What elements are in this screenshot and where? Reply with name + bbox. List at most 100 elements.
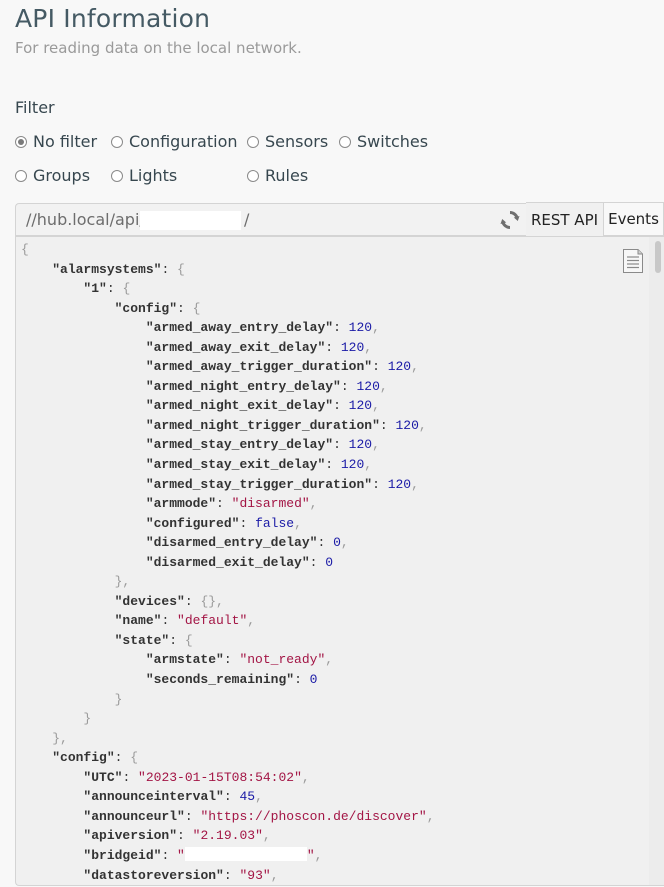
radio-unchecked-icon[interactable] [15,169,27,182]
tab-events[interactable]: Events [603,202,664,236]
json-number: 0 [333,535,341,551]
json-line: "armstate": "not_ready", [21,650,435,670]
json-colon: : [317,535,334,551]
json-punct: , [270,867,279,883]
json-punct: , [364,457,373,473]
json-number: 0 [309,672,318,688]
radio-unchecked-icon[interactable] [247,169,259,182]
json-colon: : [333,320,349,336]
json-number: 120 [387,359,412,375]
json-key: "armed_away_exit_delay" [145,339,326,355]
json-line: "armmode": "disarmed", [21,494,435,514]
json-key: "announceinterval" [83,789,224,805]
json-line: "devices": {}, [21,592,435,612]
json-line: "armed_away_exit_delay": 120, [21,338,435,358]
radio-label: Switches [357,132,429,151]
json-line: "disarmed_entry_delay": 0, [21,533,435,553]
json-line: "state": { [21,631,435,651]
json-line: "config": { [21,299,435,319]
json-line: } [21,709,435,729]
json-number: 120 [348,398,373,414]
radio-label: Lights [129,166,178,185]
json-key: "UTC" [83,769,123,785]
json-colon: : [223,652,240,668]
filter-radio-configuration[interactable]: Configuration [111,132,238,151]
json-colon: : [184,593,201,609]
page-subtitle: For reading data on the local network. [15,39,302,57]
json-colon: : [161,613,178,629]
json-number: 120 [340,339,365,355]
radio-label: Sensors [265,132,329,151]
radio-unchecked-icon[interactable] [111,135,123,148]
vertical-scrollbar[interactable] [649,237,664,885]
json-line: "UTC": "2023-01-15T08:54:02", [21,768,435,788]
json-colon: : [177,828,193,844]
json-line: "name": "default", [21,611,435,631]
clipboard-copy-icon[interactable] [620,247,646,275]
json-number: 120 [395,417,419,433]
filter-radio-rules[interactable]: Rules [247,166,308,185]
json-number: 120 [348,437,373,453]
scrollbar-thumb[interactable] [655,241,661,273]
json-punct: , [411,476,419,492]
json-colon: : [177,300,193,316]
json-punct: , [426,808,435,824]
json-punct: { [184,632,193,648]
json-string: "2023-01-15T08:54:02" [138,769,302,785]
filter-radio-lights[interactable]: Lights [111,166,177,185]
json-punct: { [130,750,139,766]
json-line: "armed_stay_exit_delay": 120, [21,455,435,475]
json-key: "armed_night_entry_delay" [145,378,341,394]
refresh-icon[interactable] [500,210,520,230]
json-punct: , [372,437,380,453]
json-line: "datastoreversion": "93", [21,866,435,886]
json-punct: { [122,281,131,297]
json-line: }, [21,572,435,592]
json-line: "1": { [21,279,435,299]
json-string: " [177,847,185,863]
json-number: false [255,515,295,531]
json-key: "armed_stay_entry_delay" [145,437,334,453]
radio-label: Configuration [129,132,238,151]
json-key: "1" [83,281,107,297]
json-key: "disarmed_exit_delay" [145,554,310,570]
json-number: 0 [325,554,334,570]
api-key-input[interactable] [140,211,241,230]
json-punct: , [262,828,271,844]
filter-radio-no-filter[interactable]: No filter [15,132,97,151]
json-colon: : [325,457,341,473]
json-number: 45 [239,789,256,805]
json-line: "apiversion": "2.19.03", [21,826,435,846]
json-punct: , [379,378,388,394]
json-colon: : [372,359,388,375]
json-line: "bridgeid": " ", [21,846,435,866]
json-key: "armed_away_entry_delay" [145,320,334,336]
tab-rest-api[interactable]: REST API [526,202,603,236]
radio-unchecked-icon[interactable] [111,169,123,182]
json-key: "name" [114,613,162,629]
json-colon: : [372,476,388,492]
json-punct: , [309,496,318,512]
json-punct: , [294,515,302,531]
json-number: 120 [348,320,373,336]
radio-unchecked-icon[interactable] [247,135,259,148]
radio-checked-icon[interactable] [15,135,27,148]
json-line: "armed_night_exit_delay": 120, [21,396,435,416]
json-line: "armed_away_trigger_duration": 120, [21,357,435,377]
json-colon: : [333,398,349,414]
json-colon: : [169,632,185,648]
json-punct: {}, [200,593,224,609]
json-line: "seconds_remaining": 0 [21,670,435,690]
json-line: "armed_night_trigger_duration": 120, [21,416,435,436]
json-colon: : [161,847,178,863]
filter-radio-switches[interactable]: Switches [339,132,428,151]
radio-unchecked-icon[interactable] [339,135,351,148]
json-number: 120 [340,457,365,473]
json-punct: , [418,417,427,433]
json-punct: , [364,339,373,355]
json-key: "announceurl" [83,808,185,824]
filter-radio-sensors[interactable]: Sensors [247,132,328,151]
json-colon: : [333,437,349,453]
filter-radio-groups[interactable]: Groups [15,166,90,185]
json-punct: , [301,769,310,785]
